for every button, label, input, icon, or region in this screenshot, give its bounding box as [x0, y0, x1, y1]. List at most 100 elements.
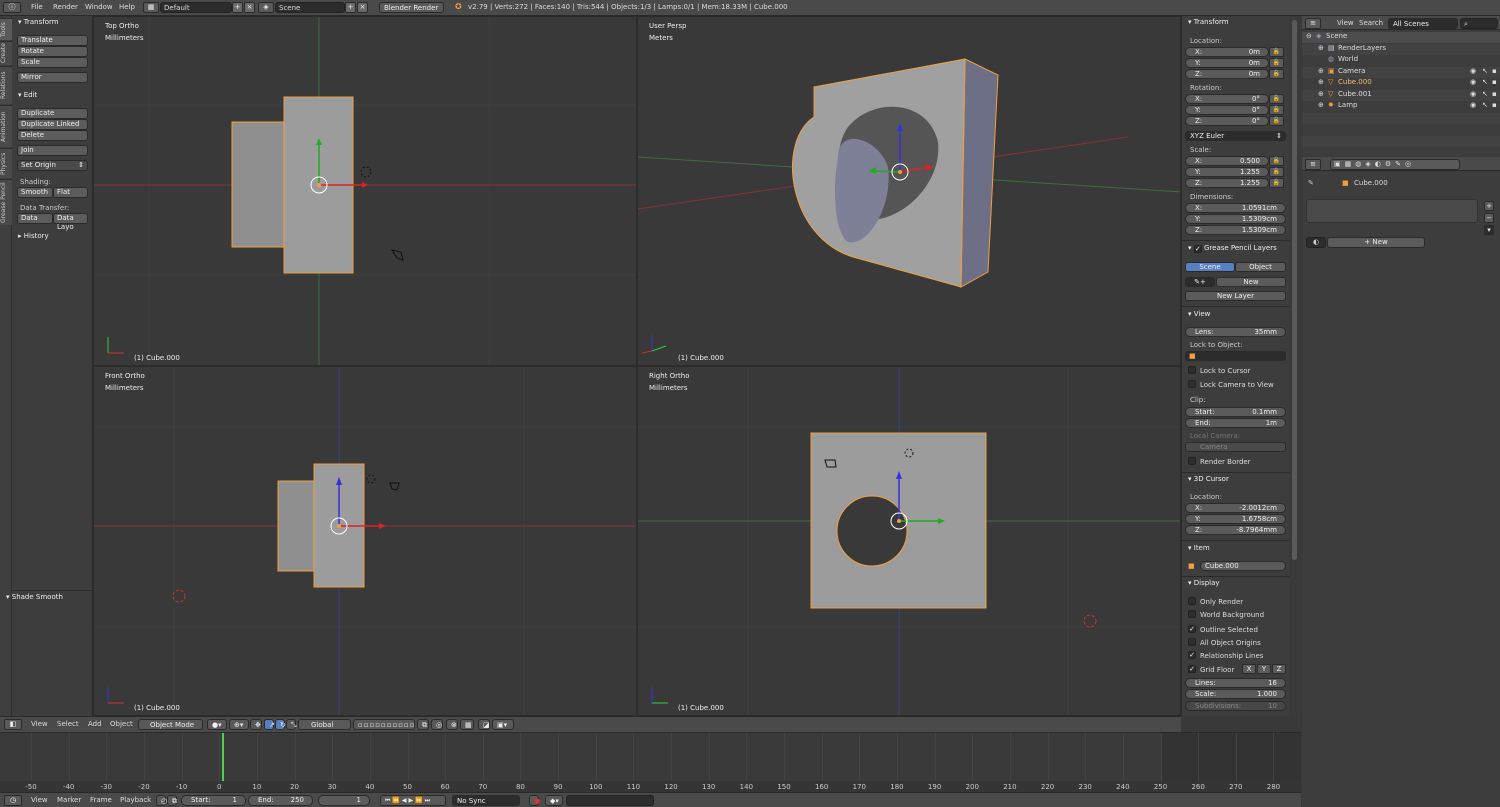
grid-lines-field[interactable]: Lines: 16	[1185, 678, 1286, 688]
rotation-x-field[interactable]: X: 0°	[1185, 94, 1269, 104]
camera-icon[interactable]	[389, 482, 400, 491]
render-camera-icon[interactable]: ▪	[1492, 90, 1497, 98]
visibility-eye-icon[interactable]: ◉	[1470, 101, 1476, 109]
location-x-field[interactable]: X: 0m	[1185, 47, 1269, 57]
scene-field[interactable]: Scene	[275, 2, 345, 13]
remove-scene-icon[interactable]: ×	[357, 2, 368, 13]
playback-menu[interactable]: Playback	[120, 796, 151, 804]
transform-panel-header[interactable]: ▾ Transform	[18, 18, 59, 26]
flat-button[interactable]: Flat	[53, 187, 88, 198]
dimensions-x-field[interactable]: X: 1.0591cm	[1185, 203, 1286, 213]
render-anim-icon[interactable]: ▣▾	[492, 719, 514, 730]
properties-editor-icon[interactable]: ≡	[1305, 159, 1321, 170]
snap-toggle-icon[interactable]: ⊗	[446, 719, 458, 730]
lens-field[interactable]: Lens: 35mm	[1185, 327, 1286, 337]
render-camera-icon[interactable]: ▪	[1492, 101, 1497, 109]
render-border-checkbox[interactable]	[1188, 457, 1196, 465]
camera-icon[interactable]	[390, 249, 404, 261]
timeline-editor-icon[interactable]: ◷	[4, 795, 22, 806]
outliner-row-lamp[interactable]: ⊕ ✹ Lamp ◉ ↖ ▪	[1302, 101, 1500, 112]
translate-button[interactable]: Translate	[17, 35, 88, 46]
scale-manipulator-icon[interactable]: ⤡	[286, 719, 297, 730]
sidebar-scrollbar[interactable]	[1289, 16, 1300, 716]
remove-screen-icon[interactable]: ×	[244, 2, 255, 13]
tab-relations[interactable]: Relations	[0, 66, 12, 104]
set-origin-dropdown[interactable]: Set Origin ⇕	[17, 160, 88, 171]
visibility-eye-icon[interactable]: ◉	[1470, 90, 1476, 98]
current-frame-field[interactable]: 1	[318, 795, 370, 806]
subdivisions-field[interactable]: Subdivisions: 10	[1185, 701, 1286, 711]
display-panel-header[interactable]: ▾ Display	[1188, 579, 1220, 587]
gizmo-x-arrow-icon[interactable]	[362, 182, 368, 188]
viewport-right-ortho[interactable]: Right Ortho Millimeters (1) Cube.000	[637, 366, 1181, 716]
tab-physics[interactable]: Physics	[0, 148, 12, 178]
item-name-field[interactable]: Cube.000	[1200, 561, 1286, 571]
only-render-checkbox[interactable]	[1188, 597, 1196, 605]
location-y-field[interactable]: Y: 0m	[1185, 58, 1269, 68]
add-scene-icon[interactable]: +	[345, 2, 356, 13]
preview-range-icon[interactable]: ◴	[156, 795, 167, 806]
tab-grease-pencil[interactable]: Grease Pencil	[0, 179, 12, 225]
menu-render[interactable]: Render	[53, 3, 78, 11]
select-arrow-icon[interactable]: ↖	[1482, 78, 1488, 86]
grease-pencil-checkbox[interactable]: ✓	[1193, 245, 1202, 253]
visibility-eye-icon[interactable]: ◉	[1470, 78, 1476, 86]
remove-slot-icon[interactable]: −	[1484, 213, 1494, 223]
lock-icon[interactable]: 🔓	[1269, 156, 1284, 166]
viewport-user-persp[interactable]: User Persp Meters (1) Cube.000	[637, 16, 1181, 366]
cylinder-top[interactable]	[231, 121, 285, 248]
lock-icon[interactable]: 🔓	[1269, 69, 1284, 79]
mirror-button[interactable]: Mirror	[17, 72, 88, 83]
outliner-row-cube001[interactable]: ⊕ ▽ Cube.001 ◉ ↖ ▪	[1302, 90, 1500, 101]
select-menu[interactable]: Select	[57, 720, 79, 728]
scale-y-field[interactable]: Y: 1.255	[1185, 167, 1269, 177]
render-engine-dropdown[interactable]: Blender Render	[379, 2, 444, 13]
rotate-button[interactable]: Rotate	[17, 46, 88, 57]
lamp-icon[interactable]	[366, 474, 376, 484]
join-button[interactable]: Join	[17, 145, 88, 156]
snap-element-icon[interactable]: ▦	[460, 719, 474, 730]
scene-icon[interactable]: ◈	[258, 2, 274, 13]
pin-icon[interactable]: ✎	[1308, 179, 1314, 187]
grease-scene-tab[interactable]: Scene	[1185, 262, 1235, 272]
lock-icon[interactable]: 🔓	[1269, 105, 1284, 115]
select-arrow-icon[interactable]: ↖	[1482, 67, 1488, 75]
tab-create[interactable]: Create	[0, 41, 12, 65]
render-preview-icon[interactable]: ◪	[478, 719, 490, 730]
lock-icon[interactable]: 🔓	[1269, 58, 1284, 68]
mode-dropdown[interactable]: Object Mode	[138, 719, 203, 730]
object-menu[interactable]: Object	[110, 720, 133, 728]
render-camera-icon[interactable]: ▪	[1492, 67, 1497, 75]
3d-cursor-icon[interactable]	[1083, 614, 1097, 628]
lock-icon[interactable]: 🔓	[1269, 47, 1284, 57]
clip-start-field[interactable]: Start: 0.1mm	[1185, 407, 1286, 417]
outliner-editor-icon[interactable]: ≡	[1305, 18, 1321, 29]
select-arrow-icon[interactable]: ↖	[1482, 101, 1488, 109]
record-icon[interactable]: ●	[529, 795, 540, 806]
proportional-edit-icon[interactable]: ◎	[431, 719, 443, 730]
world-background-checkbox[interactable]	[1188, 610, 1196, 618]
data-button[interactable]: Data	[17, 213, 53, 224]
sync-dropdown[interactable]: No Sync	[452, 795, 520, 806]
lock-icon[interactable]: 🔓	[1269, 167, 1284, 177]
grid-x-toggle[interactable]: X	[1242, 664, 1256, 674]
outliner-row-cube000[interactable]: ⊕ ▽ Cube.000 ◉ ↖ ▪	[1302, 78, 1500, 89]
slot-menu-icon[interactable]: ▾	[1484, 225, 1494, 235]
grid-scale-field[interactable]: Scale: 1.000	[1185, 689, 1286, 699]
viewport-top-ortho[interactable]: Top Ortho Millimeters (1) Cube.000	[93, 16, 637, 366]
smooth-button[interactable]: Smooth	[17, 187, 53, 198]
outliner-search-menu[interactable]: Search	[1359, 19, 1383, 27]
info-editor-type-icon[interactable]: ⓘ	[3, 2, 21, 13]
properties-context-tabs[interactable]: ▣▦◍◈◐⚙✎◎	[1330, 159, 1460, 170]
add-slot-icon[interactable]: +	[1484, 201, 1494, 211]
layer-buttons[interactable]: ▫▫▫▫▫▫▫▫▫▫	[353, 719, 415, 730]
translate-manipulator-icon[interactable]: ↗	[264, 719, 275, 730]
outliner-view-menu[interactable]: View	[1337, 19, 1354, 27]
cursor-x-field[interactable]: X: -2.0012cm	[1185, 503, 1286, 513]
delete-button[interactable]: Delete	[17, 130, 88, 141]
timeline-view-menu[interactable]: View	[31, 796, 48, 804]
lock-to-cursor-checkbox[interactable]	[1188, 366, 1196, 374]
keying-set-icon[interactable]: ◆▾	[545, 795, 563, 806]
screen-layout-icon[interactable]: ▦	[143, 2, 159, 13]
gizmo-x-arrow-icon[interactable]	[379, 523, 386, 529]
